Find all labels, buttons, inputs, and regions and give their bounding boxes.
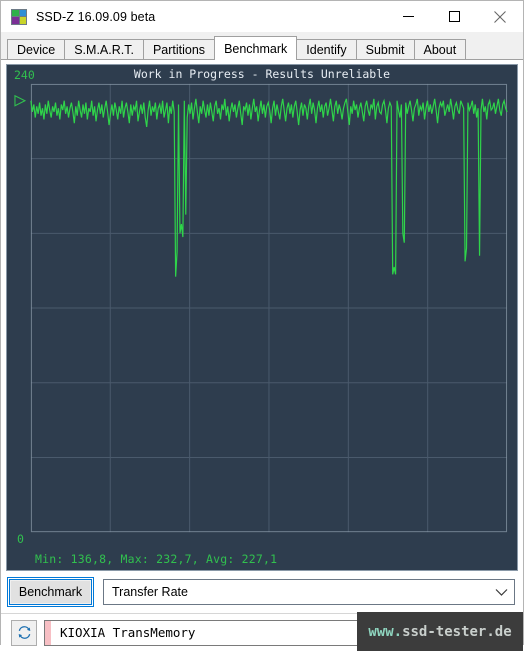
window-title: SSD-Z 16.09.09 beta <box>36 10 155 24</box>
tab-submit[interactable]: Submit <box>356 39 415 60</box>
tab-benchmark[interactable]: Benchmark <box>214 36 297 60</box>
maximize-icon[interactable] <box>431 1 477 32</box>
device-name-value: KIOXIA TransMemory <box>51 625 195 640</box>
chevron-down-icon <box>488 588 514 597</box>
benchmark-graph: Work in Progress - Results Unreliable 24… <box>6 64 518 571</box>
tab-strip: Device S.M.A.R.T. Partitions Benchmark I… <box>1 32 523 60</box>
tab-smart[interactable]: S.M.A.R.T. <box>64 39 144 60</box>
tab-device[interactable]: Device <box>7 39 65 60</box>
tab-identify[interactable]: Identify <box>296 39 356 60</box>
close-icon[interactable] <box>477 1 523 32</box>
quit-button[interactable]: Quit <box>442 620 515 646</box>
minimize-icon[interactable] <box>385 1 431 32</box>
benchmark-button[interactable]: Benchmark <box>9 579 92 605</box>
tab-partitions[interactable]: Partitions <box>143 39 215 60</box>
transfer-rate-plot <box>7 65 517 570</box>
app-window: SSD-Z 16.09.09 beta Device S.M.A.R.T. Pa… <box>0 0 524 645</box>
mode-select-value: Transfer Rate <box>104 585 488 599</box>
window-controls <box>385 1 523 32</box>
app-grid-icon <box>11 9 27 25</box>
device-name-field[interactable]: KIOXIA TransMemory <box>44 620 436 646</box>
mode-select[interactable]: Transfer Rate <box>103 579 515 605</box>
benchmark-panel: Work in Progress - Results Unreliable 24… <box>1 59 523 613</box>
title-bar: SSD-Z 16.09.09 beta <box>1 1 523 32</box>
refresh-icon[interactable] <box>11 620 37 646</box>
status-bar: KIOXIA TransMemory Quit www.ssd-tester.d… <box>1 613 523 651</box>
benchmark-controls: Benchmark Transfer Rate <box>6 576 518 608</box>
tab-about[interactable]: About <box>414 39 467 60</box>
